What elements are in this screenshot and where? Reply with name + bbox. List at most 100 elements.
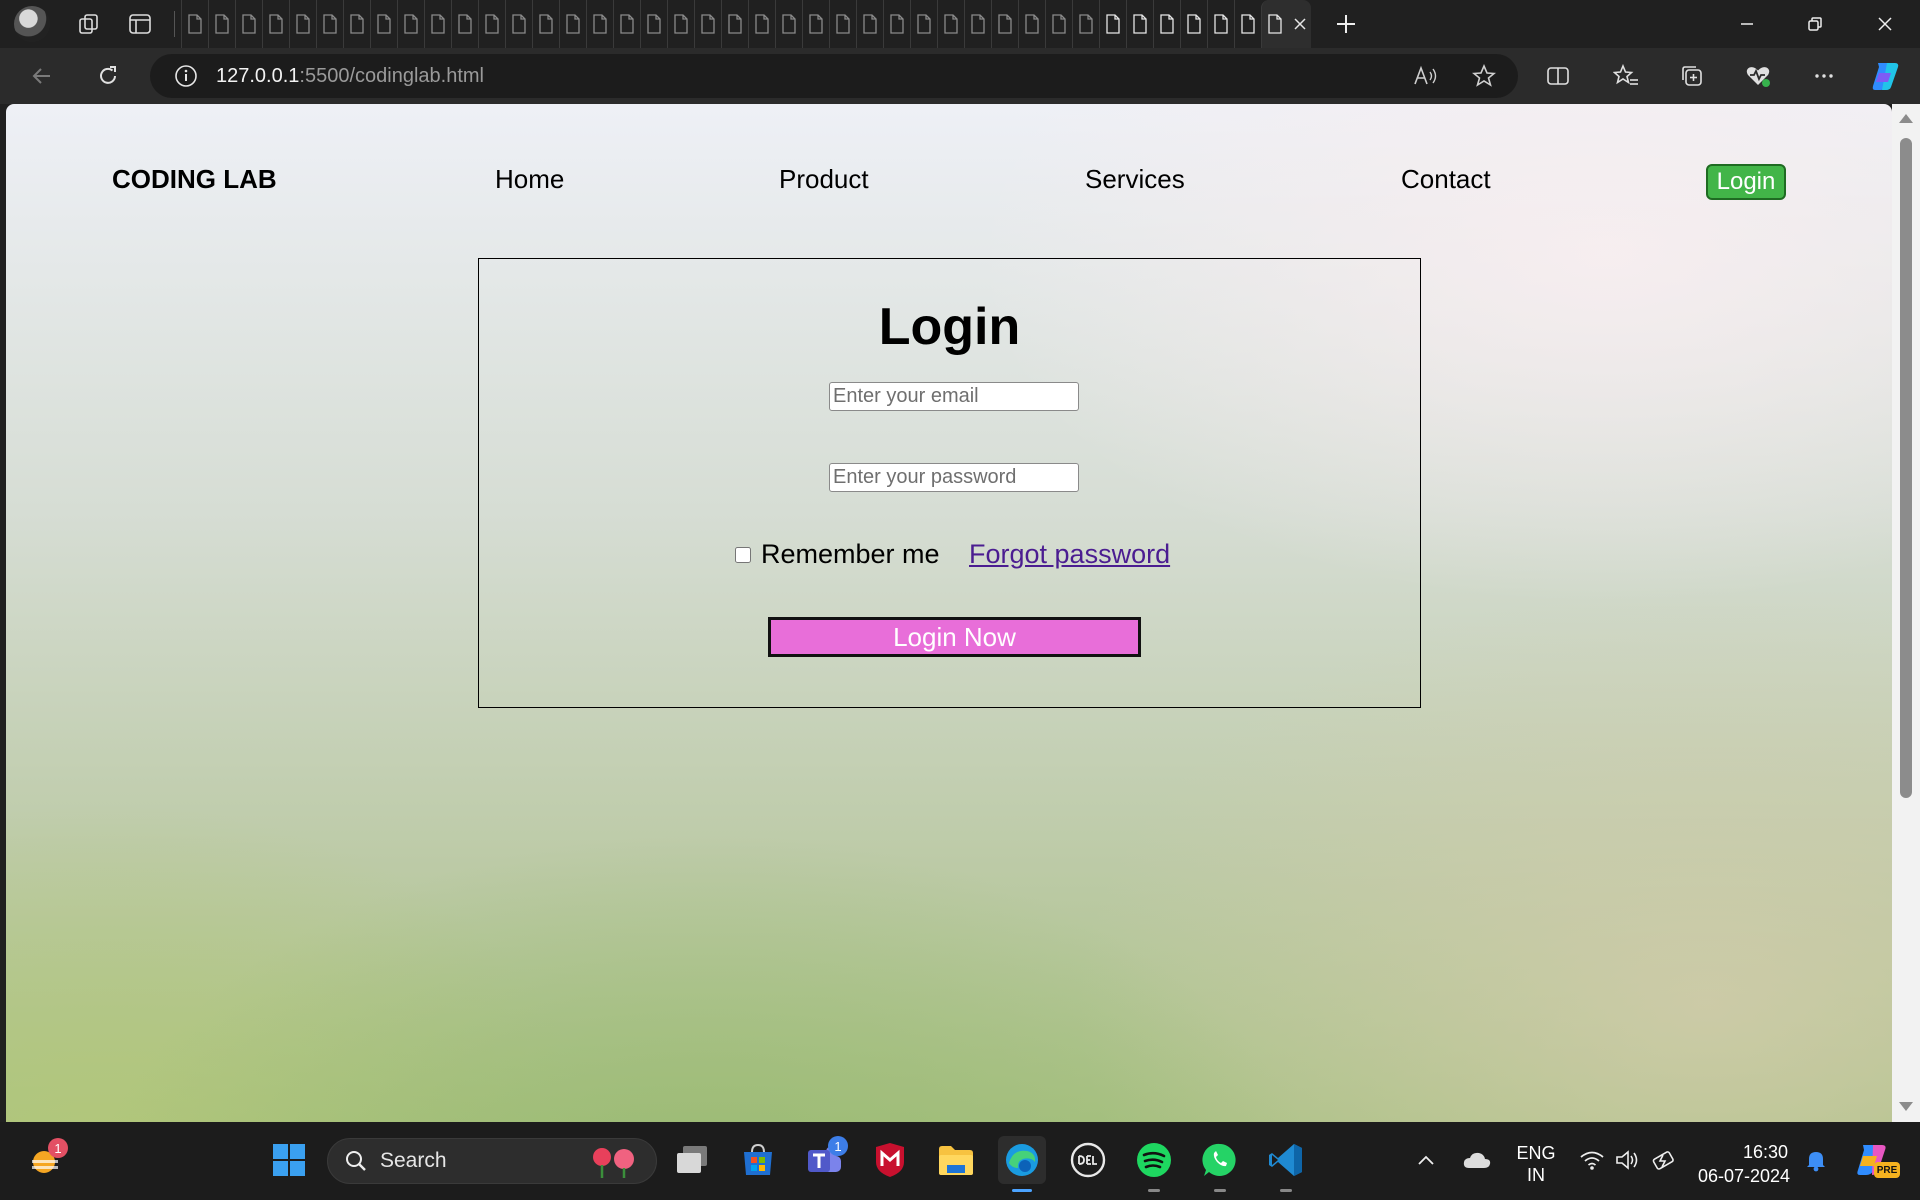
nav-contact[interactable]: Contact [1401, 164, 1491, 195]
weather-widget-icon[interactable]: 1 [22, 1136, 70, 1184]
browser-tab[interactable] [964, 0, 991, 48]
browser-tab[interactable] [505, 0, 532, 48]
page-icon [268, 14, 284, 34]
browser-tab[interactable] [451, 0, 478, 48]
site-info-icon[interactable] [174, 64, 198, 88]
browser-tab[interactable] [667, 0, 694, 48]
browser-tab[interactable] [721, 0, 748, 48]
collections-icon[interactable] [1672, 56, 1712, 96]
nav-home[interactable]: Home [495, 164, 564, 195]
browser-tab[interactable] [1099, 0, 1126, 48]
login-now-button[interactable]: Login Now [768, 617, 1141, 657]
browser-tab[interactable] [343, 0, 370, 48]
browser-tab[interactable] [748, 0, 775, 48]
browser-tab[interactable] [613, 0, 640, 48]
taskbar-search[interactable]: Search [327, 1138, 657, 1184]
onedrive-icon[interactable] [1454, 1136, 1500, 1184]
edge-icon[interactable] [998, 1136, 1046, 1192]
browser-tab[interactable] [208, 0, 235, 48]
nav-login-button[interactable]: Login [1706, 164, 1786, 200]
wifi-icon[interactable] [1572, 1136, 1612, 1184]
browser-tab[interactable] [640, 0, 667, 48]
copilot-icon[interactable] [1866, 56, 1906, 96]
battery-icon[interactable] [1644, 1136, 1684, 1184]
browser-tab[interactable] [910, 0, 937, 48]
show-hidden-icons-chevron-icon[interactable] [1406, 1136, 1446, 1184]
browser-tab[interactable] [586, 0, 613, 48]
browser-tab[interactable] [1018, 0, 1045, 48]
teams-icon[interactable]: 1 [800, 1136, 848, 1184]
close-window-button[interactable] [1852, 0, 1918, 48]
nav-services[interactable]: Services [1085, 164, 1185, 195]
microsoft-store-icon[interactable] [734, 1136, 782, 1184]
dell-icon[interactable] [1064, 1136, 1112, 1184]
browser-tab[interactable] [559, 0, 586, 48]
notifications-bell-icon[interactable] [1796, 1136, 1836, 1184]
browser-tab[interactable] [235, 0, 262, 48]
browser-tab[interactable] [1045, 0, 1072, 48]
tab-actions-icon[interactable] [120, 4, 160, 44]
browser-tab[interactable] [1153, 0, 1180, 48]
browser-tab[interactable] [937, 0, 964, 48]
browser-tab[interactable] [1234, 0, 1261, 48]
remember-me-checkbox[interactable] [735, 546, 751, 563]
mcafee-icon[interactable] [866, 1136, 914, 1184]
read-aloud-icon[interactable] [1412, 64, 1438, 88]
file-explorer-icon[interactable] [932, 1136, 980, 1184]
forgot-password-link[interactable]: Forgot password [969, 539, 1170, 570]
browser-tab[interactable] [694, 0, 721, 48]
favorite-star-icon[interactable] [1472, 64, 1496, 88]
browser-tab[interactable] [397, 0, 424, 48]
volume-icon[interactable] [1608, 1136, 1648, 1184]
page-scrollbar[interactable] [1892, 104, 1920, 1122]
minimize-button[interactable] [1714, 0, 1780, 48]
site-logo[interactable]: CODING LAB [112, 164, 277, 195]
page-icon [457, 14, 473, 34]
browser-tab[interactable] [1207, 0, 1234, 48]
browser-tab[interactable] [829, 0, 856, 48]
browser-tab[interactable] [289, 0, 316, 48]
vscode-icon[interactable] [1262, 1136, 1310, 1192]
spotify-icon[interactable] [1130, 1136, 1178, 1192]
more-options-icon[interactable] [1804, 56, 1844, 96]
refresh-button[interactable] [88, 56, 128, 96]
browser-tab[interactable] [532, 0, 559, 48]
browser-tab[interactable] [883, 0, 910, 48]
split-screen-icon[interactable] [1538, 56, 1578, 96]
scroll-thumb[interactable] [1900, 138, 1912, 798]
browser-tab-active[interactable] [1261, 0, 1311, 48]
browser-tab[interactable] [991, 0, 1018, 48]
language-indicator[interactable]: ENG IN [1508, 1142, 1564, 1186]
browser-tab[interactable] [856, 0, 883, 48]
browser-tab[interactable] [802, 0, 829, 48]
whatsapp-icon[interactable] [1196, 1136, 1244, 1192]
close-tab-icon[interactable] [1294, 18, 1306, 30]
copilot-taskbar-icon[interactable]: PRE [1848, 1136, 1900, 1184]
browser-tab[interactable] [1180, 0, 1207, 48]
nav-product[interactable]: Product [779, 164, 869, 195]
browser-essentials-icon[interactable] [1738, 56, 1778, 96]
favorites-icon[interactable] [1606, 56, 1646, 96]
scroll-down-arrow[interactable] [1899, 1102, 1913, 1111]
scroll-up-arrow[interactable] [1899, 114, 1913, 123]
profile-avatar[interactable] [14, 6, 50, 42]
browser-tab[interactable] [424, 0, 451, 48]
browser-tab[interactable] [478, 0, 505, 48]
browser-tab[interactable] [316, 0, 343, 48]
clock[interactable]: 16:30 06-07-2024 [1688, 1140, 1800, 1188]
new-tab-button[interactable] [1323, 4, 1369, 44]
workspaces-icon[interactable] [70, 4, 110, 44]
browser-tab[interactable] [1072, 0, 1099, 48]
restore-button[interactable] [1782, 0, 1848, 48]
browser-tab[interactable] [262, 0, 289, 48]
start-windows-icon[interactable] [265, 1136, 313, 1184]
back-button[interactable] [22, 56, 62, 96]
password-input[interactable] [829, 463, 1079, 492]
browser-tab[interactable] [181, 0, 208, 48]
browser-tab[interactable] [1126, 0, 1153, 48]
task-view-icon[interactable] [668, 1136, 716, 1184]
browser-tab[interactable] [775, 0, 802, 48]
address-bar[interactable]: 127.0.0.1:5500/codinglab.html [150, 54, 1518, 98]
email-input[interactable] [829, 382, 1079, 411]
browser-tab[interactable] [370, 0, 397, 48]
